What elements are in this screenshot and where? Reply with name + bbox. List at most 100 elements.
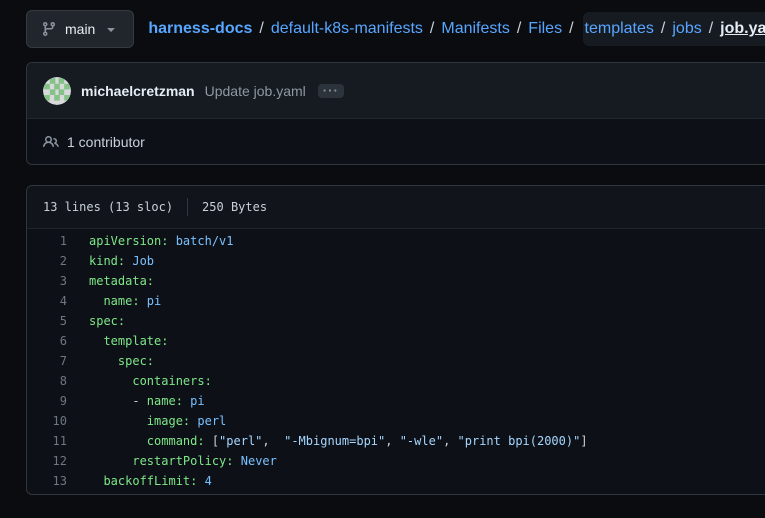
breadcrumb-separator: / <box>252 20 270 38</box>
latest-commit-box: michaelcretzman Update job.yaml ··· 1 co… <box>26 62 765 165</box>
code-segment-str: "-wle" <box>400 434 443 448</box>
breadcrumb-link[interactable]: Manifests <box>441 20 509 38</box>
code-segment-key: containers: <box>132 374 211 388</box>
line-number[interactable]: 9 <box>27 391 67 411</box>
file-blob-box: 13 lines (13 sloc) 250 Bytes 1apiVersion… <box>26 185 765 495</box>
line-number[interactable]: 8 <box>27 371 67 391</box>
line-number[interactable]: 7 <box>27 351 67 371</box>
code-text: backoffLimit: 4 <box>67 471 212 491</box>
code-text: containers: <box>67 371 212 391</box>
line-number[interactable]: 6 <box>27 331 67 351</box>
code-segment-key: metadata: <box>89 274 154 288</box>
breadcrumb-separator: / <box>423 20 441 38</box>
code-segment-punct: ] <box>580 434 587 448</box>
code-segment-punct: , <box>385 434 399 448</box>
code-line: 2kind: Job <box>27 251 765 271</box>
code-line: 10 image: perl <box>27 411 765 431</box>
code-segment-key: template: <box>103 334 168 348</box>
breadcrumb-highlight: templates/jobs/job.yaml <box>583 12 765 46</box>
commit-header: michaelcretzman Update job.yaml ··· <box>27 63 765 119</box>
code-text: template: <box>67 331 168 351</box>
breadcrumb-link[interactable]: Files <box>528 20 562 38</box>
code-text: metadata: <box>67 271 154 291</box>
code-segment-key: spec: <box>89 314 125 328</box>
code-segment-punct: [ <box>205 434 219 448</box>
file-size-info: 250 Bytes <box>202 200 267 214</box>
code-text: image: perl <box>67 411 226 431</box>
line-number[interactable]: 11 <box>27 431 67 451</box>
code-segment-val: Job <box>125 254 154 268</box>
code-segment-str: "print bpi(2000)" <box>458 434 581 448</box>
branch-selector-button[interactable]: main <box>26 10 134 48</box>
file-lines-info: 13 lines (13 sloc) <box>43 200 173 214</box>
branch-name-label: main <box>65 21 95 37</box>
code-segment-key: name: <box>103 294 139 308</box>
code-line: 13 backoffLimit: 4 <box>27 471 765 491</box>
code-segment-str: "-Mbignum=bpi" <box>284 434 385 448</box>
line-number[interactable]: 3 <box>27 271 67 291</box>
avatar[interactable] <box>43 77 71 105</box>
contributors-row: 1 contributor <box>27 119 765 164</box>
commit-ellipsis-button[interactable]: ··· <box>318 84 344 98</box>
code-segment-key: name: <box>147 394 183 408</box>
path-header: main harness-docs/default-k8s-manifests/… <box>26 10 765 48</box>
code-segment-punct <box>89 294 103 308</box>
code-text: - name: pi <box>67 391 205 411</box>
code-segment-punct <box>89 454 132 468</box>
code-segment-val: batch/v1 <box>168 234 233 248</box>
breadcrumb-link[interactable]: templates <box>585 20 654 38</box>
code-line: 4 name: pi <box>27 291 765 311</box>
breadcrumb-link[interactable]: default-k8s-manifests <box>271 20 423 38</box>
people-icon <box>43 134 59 150</box>
breadcrumb-link[interactable]: harness-docs <box>148 20 252 38</box>
code-segment-punct <box>89 334 103 348</box>
code-segment-val: pi <box>183 394 205 408</box>
code-segment-punct <box>89 374 132 388</box>
breadcrumb-link[interactable]: jobs <box>672 20 701 38</box>
breadcrumb-current-file[interactable]: job.yaml <box>720 20 765 38</box>
git-branch-icon <box>41 21 57 37</box>
code-segment-key: kind: <box>89 254 125 268</box>
line-number[interactable]: 1 <box>27 231 67 251</box>
line-number[interactable]: 10 <box>27 411 67 431</box>
code-segment-key: command: <box>147 434 205 448</box>
code-segment-punct: , <box>262 434 284 448</box>
code-segment-key: backoffLimit: <box>103 474 197 488</box>
code-text: command: ["perl", "-Mbignum=bpi", "-wle"… <box>67 431 588 451</box>
breadcrumb: harness-docs/default-k8s-manifests/Manif… <box>148 10 765 48</box>
code-line: 5 spec: <box>27 311 765 331</box>
code-segment-val: Never <box>234 454 277 468</box>
breadcrumb-separator: / <box>562 20 580 38</box>
line-number[interactable]: 13 <box>27 471 67 491</box>
line-number[interactable]: 5 <box>27 311 67 331</box>
commit-message-link[interactable]: Update job.yaml <box>205 83 306 99</box>
code-segment-punct <box>89 414 147 428</box>
code-segment-key: restartPolicy: <box>132 454 233 468</box>
file-header-divider <box>187 198 188 216</box>
code-segment-str: "perl" <box>219 434 262 448</box>
contributors-count-label: 1 contributor <box>67 134 145 150</box>
code-line: 3 metadata: <box>27 271 765 291</box>
code-text: spec: <box>67 311 125 331</box>
breadcrumb-separator: / <box>702 20 720 38</box>
file-header: 13 lines (13 sloc) 250 Bytes <box>27 186 765 229</box>
code-line: 7 spec: <box>27 351 765 371</box>
code-segment-val: perl <box>190 414 226 428</box>
code-segment-punct <box>89 434 147 448</box>
code-segment-val: 4 <box>197 474 211 488</box>
line-number[interactable]: 4 <box>27 291 67 311</box>
commit-author-link[interactable]: michaelcretzman <box>81 83 195 99</box>
code-line: 6 template: <box>27 331 765 351</box>
code-text: spec: <box>67 351 154 371</box>
code-line: 8 containers: <box>27 371 765 391</box>
code-text: kind: Job <box>67 251 154 271</box>
code-segment-key: spec: <box>118 354 154 368</box>
code-segment-punct <box>89 354 118 368</box>
line-number[interactable]: 12 <box>27 451 67 471</box>
line-number[interactable]: 2 <box>27 251 67 271</box>
code-segment-key: image: <box>147 414 190 428</box>
code-text: restartPolicy: Never <box>67 451 277 471</box>
code-line: 11 command: ["perl", "-Mbignum=bpi", "-w… <box>27 431 765 451</box>
code-line: 1apiVersion: batch/v1 <box>27 231 765 251</box>
chevron-down-icon <box>103 21 119 37</box>
